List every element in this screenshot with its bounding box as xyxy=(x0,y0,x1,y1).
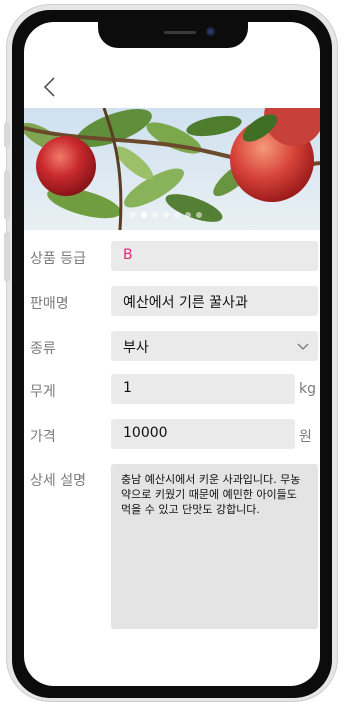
carousel-dot[interactable] xyxy=(174,212,180,218)
sale-name-label: 판매명 xyxy=(30,296,69,312)
speaker-grille xyxy=(164,31,196,34)
weight-value: 1 xyxy=(123,380,132,396)
price-input[interactable]: 10000 xyxy=(111,419,295,449)
grade-field[interactable]: B xyxy=(111,241,318,271)
chevron-down-icon xyxy=(297,343,309,350)
carousel-dot[interactable] xyxy=(130,212,136,218)
price-unit: 원 xyxy=(299,429,312,445)
sale-name-value: 예산에서 기른 꿀사과 xyxy=(123,295,248,311)
phone-side-button xyxy=(4,170,10,220)
carousel-dot-active[interactable] xyxy=(141,212,147,218)
variety-select[interactable]: 부사 xyxy=(111,331,318,361)
description-text: 충남 예산시에서 키운 사과입니다. 무농약으로 키웠기 때문에 예민한 아이들… xyxy=(121,473,301,516)
variety-label: 종류 xyxy=(30,341,56,357)
image-carousel-indicator[interactable] xyxy=(130,212,202,218)
sale-name-input[interactable]: 예산에서 기른 꿀사과 xyxy=(111,286,318,316)
chevron-left-icon xyxy=(43,77,55,97)
grade-label: 상품 등급 xyxy=(30,251,86,267)
description-label: 상세 설명 xyxy=(30,473,86,489)
front-camera xyxy=(206,27,215,36)
weight-unit: kg xyxy=(299,381,316,397)
carousel-dot[interactable] xyxy=(196,212,202,218)
carousel-dot[interactable] xyxy=(152,212,158,218)
phone-side-button xyxy=(4,122,10,148)
weight-input[interactable]: 1 xyxy=(111,374,295,404)
price-label: 가격 xyxy=(30,429,56,445)
carousel-dot[interactable] xyxy=(185,212,191,218)
phone-notch xyxy=(98,10,248,48)
phone-side-button xyxy=(4,232,10,282)
back-button[interactable] xyxy=(38,74,64,100)
price-value: 10000 xyxy=(123,425,168,441)
grade-value: B xyxy=(123,247,133,263)
carousel-dot[interactable] xyxy=(163,212,169,218)
variety-value: 부사 xyxy=(123,340,149,356)
description-textarea[interactable]: 충남 예산시에서 키운 사과입니다. 무농약으로 키웠기 때문에 예민한 아이들… xyxy=(111,464,318,629)
weight-label: 무게 xyxy=(30,384,56,400)
